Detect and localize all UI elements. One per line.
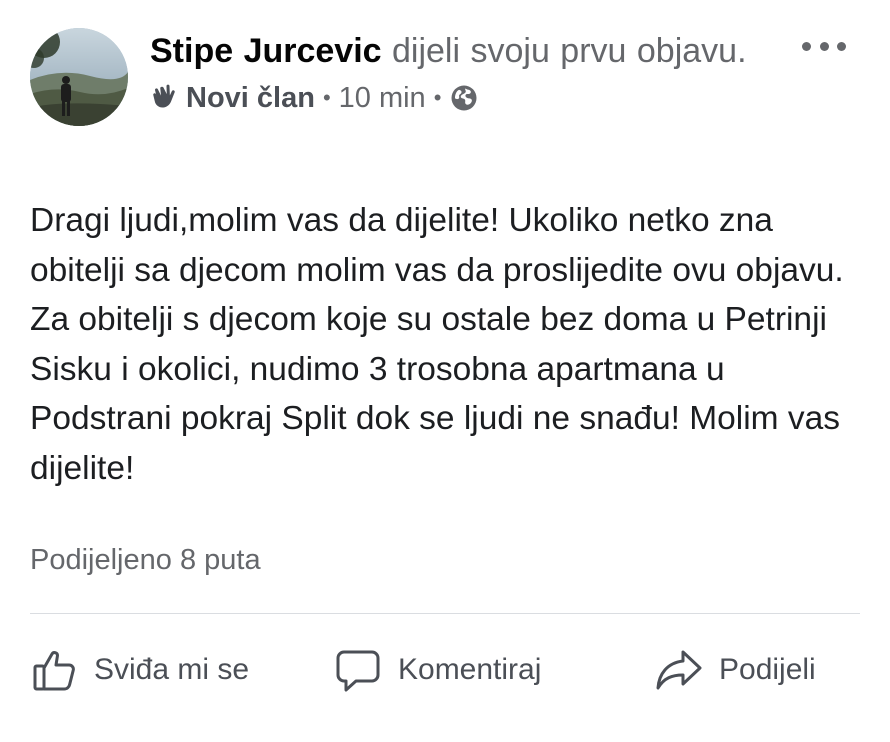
comment-bubble-icon [334,646,382,694]
more-options-button[interactable] [802,34,846,58]
avatar[interactable] [30,28,128,126]
like-label: Sviđa mi se [94,653,250,686]
share-button[interactable]: Podijeli [655,640,816,700]
share-count[interactable]: Podijeljeno 8 puta [30,540,261,580]
new-member-badge: Novi član [186,82,315,114]
post-title: Stipe Jurcevic dijeli svoju prvu objavu. [150,28,750,74]
globe-icon[interactable] [449,83,479,113]
share-label: Podijeli [719,653,816,686]
dot-icon [837,41,846,51]
thumbs-up-icon [30,646,78,694]
feed-post: Stipe Jurcevic dijeli svoju prvu objavu.… [0,0,890,742]
post-meta: Novi član • 10 min • [150,80,750,116]
dot-icon [819,41,829,51]
wave-hand-icon [150,83,180,113]
post-action-text: dijeli svoju prvu objavu. [381,32,747,70]
comment-label: Komentiraj [398,653,542,686]
avatar-photo [30,28,128,126]
meta-separator: • [433,85,442,110]
like-button[interactable]: Sviđa mi se [30,640,249,700]
post-header: Stipe Jurcevic dijeli svoju prvu objavu.… [150,28,750,116]
post-body-text: Dragi ljudi,molim vas da dijelite! Ukoli… [30,202,844,487]
meta-separator: • [322,85,331,110]
post-timestamp[interactable]: 10 min [339,80,426,116]
dot-icon [802,41,811,51]
author-name[interactable]: Stipe Jurcevic [150,32,382,70]
divider [30,613,860,614]
share-arrow-icon [655,646,703,694]
comment-button[interactable]: Komentiraj [334,640,541,700]
